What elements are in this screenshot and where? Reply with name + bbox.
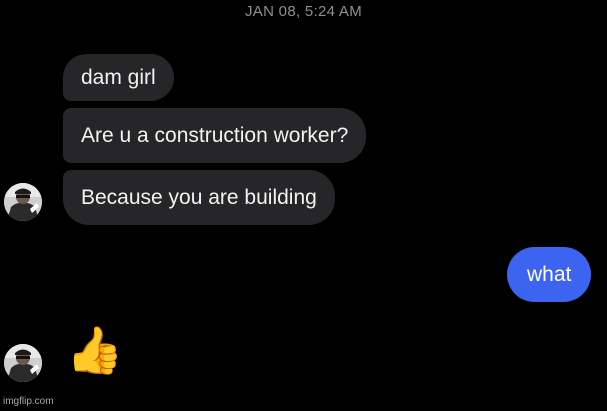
thumbs-up-icon[interactable]: 👍 — [66, 327, 123, 373]
contact-avatar[interactable] — [4, 344, 42, 382]
message-timestamp: JAN 08, 5:24 AM — [244, 3, 363, 20]
avatar-photo-icon — [4, 344, 42, 382]
message-bubble-received[interactable]: Are u a construction worker? — [63, 108, 367, 163]
message-bubble-received[interactable]: dam girl — [63, 54, 174, 101]
message-bubble-sent[interactable]: what — [507, 247, 592, 302]
watermark: imgflip.com — [3, 396, 54, 407]
avatar-photo-icon — [4, 183, 42, 221]
contact-avatar[interactable] — [4, 183, 42, 221]
message-bubble-received[interactable]: Because you are building — [63, 170, 335, 225]
